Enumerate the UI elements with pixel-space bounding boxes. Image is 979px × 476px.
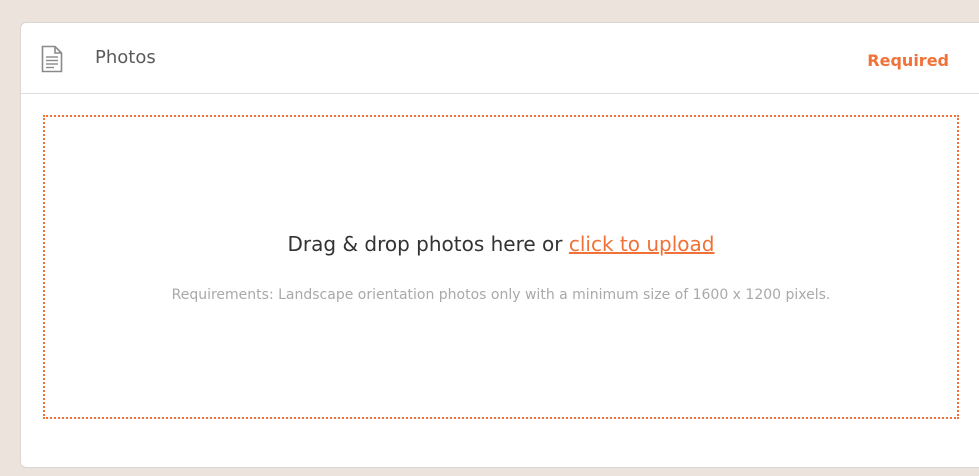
section-title: Photos [95, 47, 156, 68]
card-header: Photos Required [21, 23, 979, 94]
click-to-upload-link[interactable]: click to upload [569, 232, 715, 256]
photo-dropzone[interactable]: Drag & drop photos here or click to uplo… [43, 115, 959, 419]
dropzone-main-text: Drag & drop photos here or [287, 232, 569, 256]
photos-card: Photos Required Drag & drop photos here … [20, 22, 979, 468]
dropzone-instruction: Drag & drop photos here or click to uplo… [45, 231, 957, 257]
document-icon [41, 45, 63, 73]
upload-requirements: Requirements: Landscape orientation phot… [171, 287, 831, 303]
required-label: Required [867, 51, 949, 70]
